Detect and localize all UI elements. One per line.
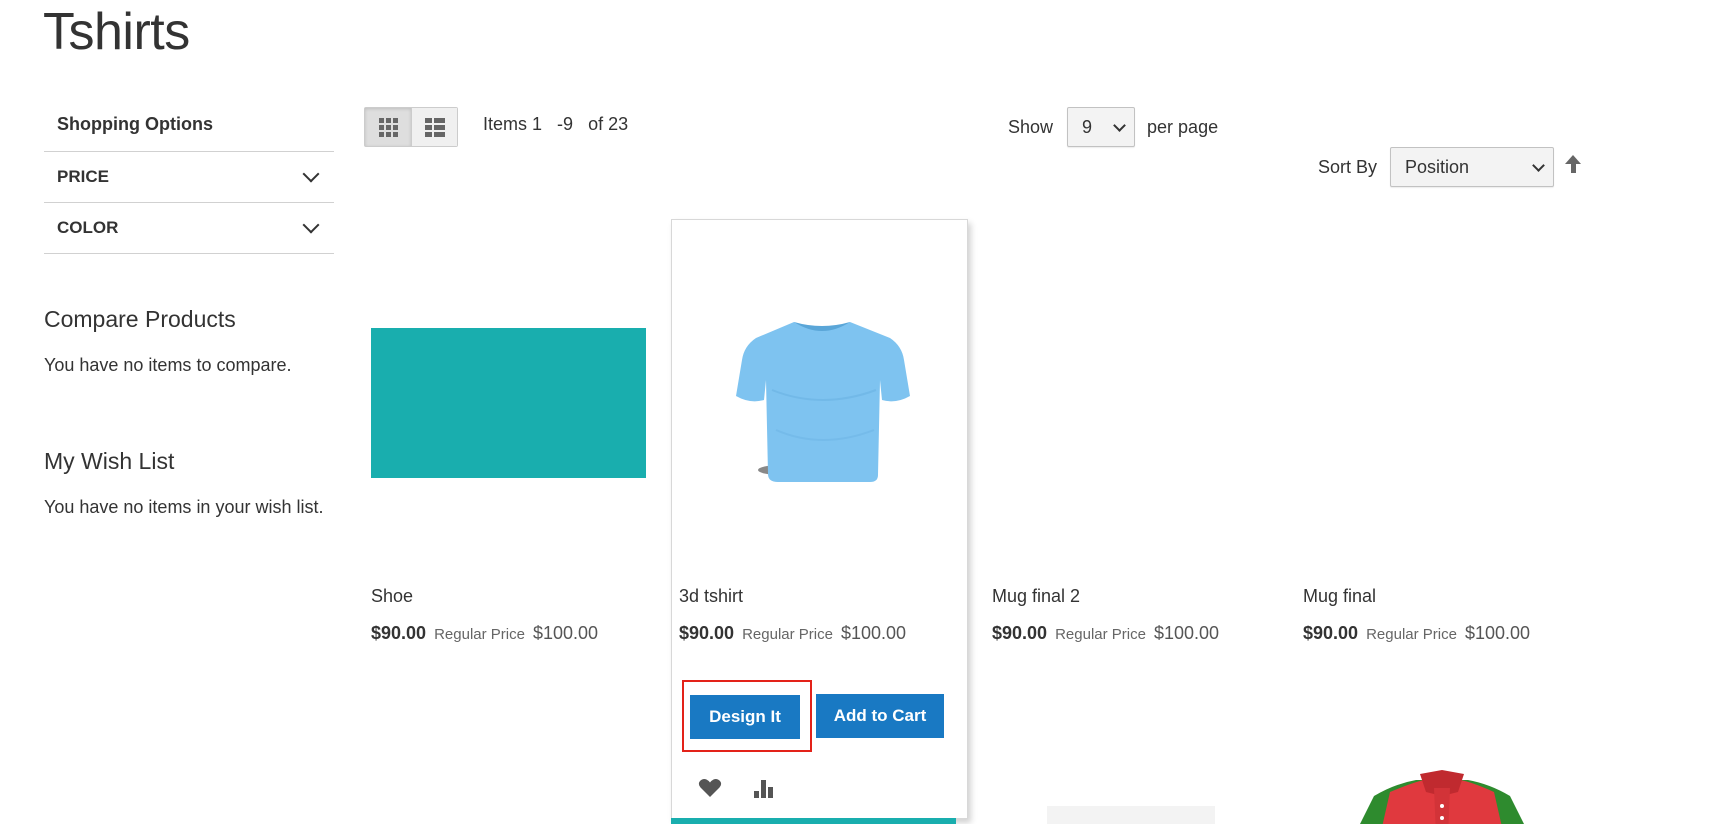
regular-price: $100.00 bbox=[532, 623, 599, 643]
product-item-mug-final-2: Mug final 2 $90.00 Regular Price $100.00 bbox=[985, 220, 1283, 644]
highlight-box: Design It bbox=[682, 680, 812, 752]
product-price: $90.00 Regular Price $100.00 bbox=[364, 623, 662, 644]
compare-products-empty: You have no items to compare. bbox=[44, 355, 292, 375]
grid-mode-button[interactable] bbox=[365, 108, 411, 146]
shopping-options-title: Shopping Options bbox=[44, 104, 334, 152]
product-name[interactable]: Mug final bbox=[1296, 586, 1594, 607]
view-mode-switcher bbox=[364, 107, 458, 147]
product-item-mug-final: Mug final $90.00 Regular Price $100.00 bbox=[1296, 220, 1594, 644]
product-item-shoe: Shoe $90.00 Regular Price $100.00 bbox=[364, 220, 662, 644]
limiter-select[interactable]: 9 bbox=[1067, 107, 1136, 147]
regular-price: $100.00 bbox=[840, 623, 907, 643]
polo-shirt-image[interactable] bbox=[1354, 766, 1530, 824]
final-price: $90.00 bbox=[371, 623, 427, 643]
product-name[interactable]: Shoe bbox=[364, 586, 662, 607]
product-image[interactable] bbox=[1296, 220, 1594, 550]
compare-products-title: Compare Products bbox=[44, 306, 236, 332]
product-actions: Design It Add to Cart bbox=[672, 680, 967, 752]
chevron-down-icon bbox=[302, 216, 320, 234]
sidebar: Shopping Options PRICE COLOR Compare Pro… bbox=[44, 104, 334, 518]
product-name[interactable]: Mug final 2 bbox=[985, 586, 1283, 607]
filter-color-label: COLOR bbox=[57, 218, 119, 237]
add-to-cart-button[interactable]: Add to Cart bbox=[816, 694, 944, 738]
limiter-value: 9 bbox=[1082, 116, 1093, 137]
final-price: $90.00 bbox=[679, 623, 735, 643]
page-title: Tshirts bbox=[43, 3, 190, 61]
regular-price: $100.00 bbox=[1153, 623, 1220, 643]
product-image[interactable] bbox=[672, 220, 967, 550]
tshirt-image bbox=[736, 322, 910, 482]
product-price: $90.00 Regular Price $100.00 bbox=[985, 623, 1283, 644]
regular-price-label: Regular Price bbox=[1366, 626, 1457, 643]
arrow-up-icon bbox=[1565, 155, 1582, 164]
product-name[interactable]: 3d tshirt bbox=[672, 586, 967, 607]
limiter-per-page-label: per page bbox=[1147, 116, 1219, 137]
regular-price-label: Regular Price bbox=[1055, 626, 1146, 643]
regular-price-label: Regular Price bbox=[742, 626, 833, 643]
secondary-actions bbox=[672, 778, 967, 798]
limiter-show-label: Show bbox=[1008, 116, 1054, 137]
chevron-down-icon bbox=[1113, 118, 1126, 132]
regular-price: $100.00 bbox=[1464, 623, 1531, 643]
heart-icon[interactable] bbox=[698, 778, 722, 798]
list-icon bbox=[424, 117, 445, 137]
amount-total: of 23 bbox=[588, 114, 629, 134]
product-item-3d-tshirt: 3d tshirt $90.00 Regular Price $100.00 D… bbox=[671, 219, 968, 819]
toolbar-amount: Items 1 -9 of 23 bbox=[483, 114, 638, 135]
product-image-row2-mug[interactable] bbox=[1047, 806, 1215, 824]
design-it-button[interactable]: Design It bbox=[690, 695, 800, 739]
filter-color[interactable]: COLOR bbox=[44, 203, 334, 254]
filter-price-label: PRICE bbox=[57, 167, 109, 186]
chevron-down-icon bbox=[1532, 158, 1545, 172]
amount-prefix: Items 1 bbox=[483, 114, 543, 134]
product-image[interactable] bbox=[985, 220, 1283, 550]
sorter: Sort By Position bbox=[1318, 147, 1582, 187]
grid-icon bbox=[378, 117, 398, 137]
product-image[interactable] bbox=[364, 220, 662, 550]
sorter-select[interactable]: Position bbox=[1390, 147, 1555, 187]
list-mode-button[interactable] bbox=[411, 108, 457, 146]
product-price: $90.00 Regular Price $100.00 bbox=[1296, 623, 1594, 644]
regular-price-label: Regular Price bbox=[434, 626, 525, 643]
final-price: $90.00 bbox=[992, 623, 1048, 643]
sorter-value: Position bbox=[1405, 156, 1470, 177]
wishlist-empty: You have no items in your wish list. bbox=[44, 497, 324, 517]
product-price: $90.00 Regular Price $100.00 bbox=[672, 623, 967, 644]
sort-direction-button[interactable] bbox=[1564, 155, 1582, 179]
amount-to: -9 bbox=[557, 114, 574, 134]
product-image-row2-teal[interactable] bbox=[671, 818, 956, 824]
sorter-label: Sort By bbox=[1318, 156, 1378, 177]
limiter: Show 9 per page bbox=[1008, 107, 1218, 147]
chevron-down-icon bbox=[302, 165, 320, 183]
product-photo-teal bbox=[371, 328, 646, 478]
bar-chart-icon[interactable] bbox=[754, 778, 776, 798]
final-price: $90.00 bbox=[1303, 623, 1359, 643]
wishlist-title: My Wish List bbox=[44, 448, 175, 474]
filter-price[interactable]: PRICE bbox=[44, 152, 334, 203]
